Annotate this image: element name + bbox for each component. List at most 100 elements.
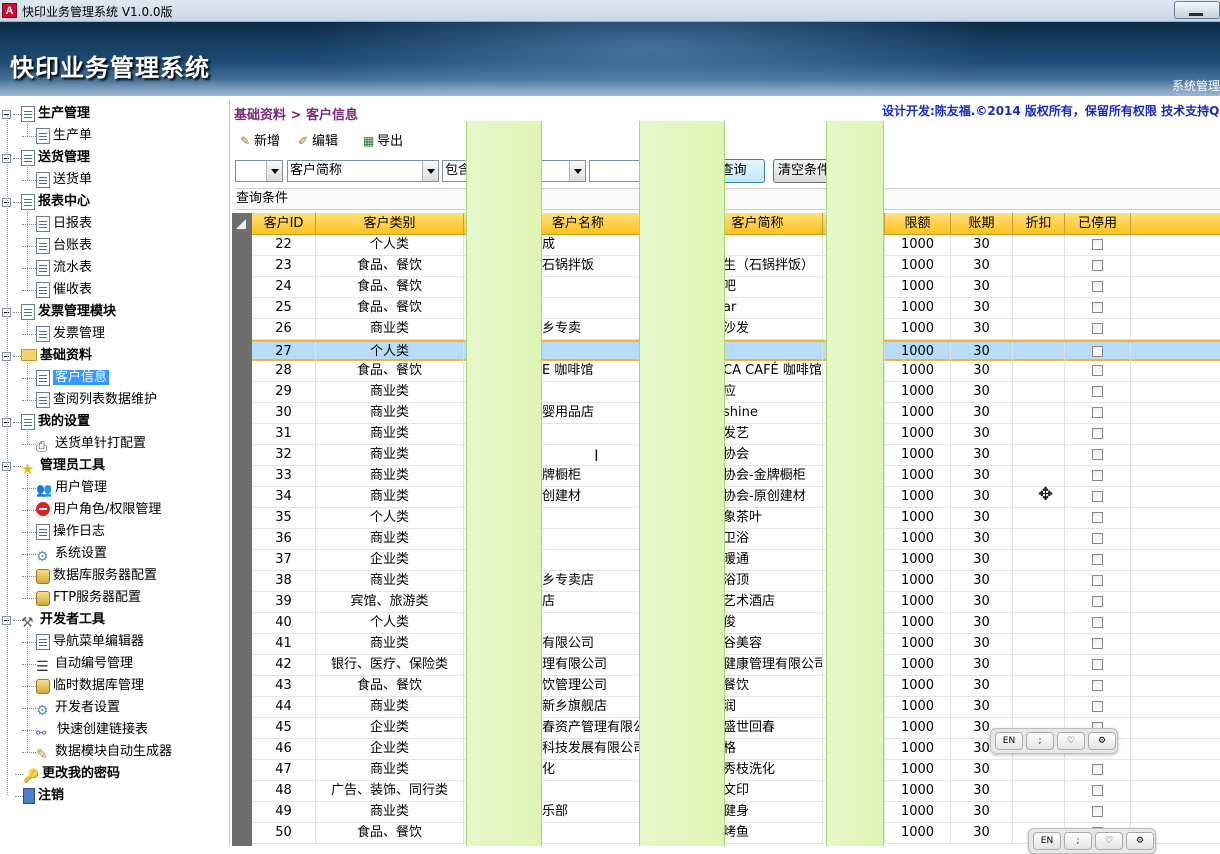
disabled-checkbox-cell[interactable] [1065,592,1131,612]
table-row[interactable]: 22 个人类成 1000 30 [252,235,1220,256]
tree-item-7-0[interactable]: 导航菜单编辑器 [22,631,144,653]
disabled-checkbox-cell[interactable] [1065,382,1131,402]
disabled-checkbox-cell[interactable] [1065,487,1131,507]
disabled-checkbox[interactable] [1092,470,1103,481]
table-row[interactable]: 48 广告、装饰、同行类 文印 1000 30 [252,781,1220,802]
tree-group-4[interactable]: 基础资料 [2,345,92,367]
table-row[interactable]: 30 商业类 婴用品店 shine 1000 30 [252,403,1220,424]
disabled-checkbox-cell[interactable] [1065,508,1131,528]
tree-group-0[interactable]: 生产管理 [2,103,90,125]
tree-item-5-0[interactable]: ⎙ 送货单针打配置 [22,433,146,455]
disabled-checkbox-cell[interactable] [1065,342,1131,362]
disabled-checkbox[interactable] [1092,785,1103,796]
disabled-checkbox-cell[interactable] [1065,571,1131,591]
tree-item-3-0[interactable]: 发票管理 [22,323,105,345]
table-row[interactable]: 36 商业类 卫浴 1000 30 [252,529,1220,550]
table-row[interactable]: 40 个人类俊 1000 30 [252,613,1220,634]
column-header[interactable]: 限额 [885,213,951,235]
disabled-checkbox[interactable] [1092,323,1103,334]
table-row[interactable]: 39 宾馆、旅游类店艺术酒店 1000 30 [252,592,1220,613]
disabled-checkbox-cell[interactable] [1065,655,1131,675]
tree-group-8[interactable]: 🔑 更改我的密码 [2,763,120,785]
disabled-checkbox-cell[interactable] [1065,256,1131,276]
disabled-checkbox-cell[interactable] [1065,802,1131,822]
disabled-checkbox-cell[interactable] [1065,781,1131,801]
tree-item-7-5[interactable]: ✎ 数据模块自动生成器 [22,741,172,763]
chevron-down-icon[interactable] [569,161,585,181]
disabled-checkbox-cell[interactable] [1065,319,1131,339]
disabled-checkbox[interactable] [1092,281,1103,292]
table-row[interactable]: 37 企业类 暖通 1000 30 [252,550,1220,571]
tree-item-2-3[interactable]: 催收表 [22,279,92,301]
table-row[interactable]: 23 食品、餐饮 石锅拌饭 生（石锅拌饭） 1000 30 [252,256,1220,277]
ime-favorite-icon[interactable]: ♡ [1057,732,1085,750]
table-row[interactable]: 49 商业类 乐部 健身 1000 30 [252,802,1220,823]
disabled-checkbox-cell[interactable] [1065,634,1131,654]
table-row[interactable]: 32 商业类 协会 1000 30 [252,445,1220,466]
tree-group-6[interactable]: ★ 管理员工具 [2,455,105,478]
tree-group-3[interactable]: 发票管理模块 [2,301,116,323]
disabled-checkbox-cell[interactable] [1065,550,1131,570]
ime-settings-icon[interactable]: ⚙ [1126,832,1154,850]
tree-item-2-2[interactable]: 流水表 [22,257,92,279]
disabled-checkbox-cell[interactable] [1065,424,1131,444]
logic-select[interactable] [235,160,283,182]
disabled-checkbox[interactable] [1092,491,1103,502]
disabled-checkbox[interactable] [1092,701,1103,712]
disabled-checkbox-cell[interactable] [1065,445,1131,465]
disabled-checkbox[interactable] [1092,428,1103,439]
column-header[interactable]: 已停用 [1065,213,1131,235]
tree-group-1[interactable]: 送货管理 [2,147,90,169]
disabled-checkbox[interactable] [1092,575,1103,586]
disabled-checkbox[interactable] [1092,365,1103,376]
disabled-checkbox[interactable] [1092,806,1103,817]
disabled-checkbox[interactable] [1092,680,1103,691]
disabled-checkbox[interactable] [1092,764,1103,775]
select-all-corner[interactable] [232,213,252,235]
minimize-button[interactable] [1174,1,1220,19]
tree-group-9[interactable]: 注销 [2,785,64,807]
tree-item-1-0[interactable]: 送货单 [22,169,92,191]
system-menu-link[interactable]: 系统管理 [1172,77,1220,94]
disabled-checkbox-cell[interactable] [1065,760,1131,780]
table-row[interactable]: 25 食品、餐饮 ar 1000 30 [252,298,1220,319]
ime-favorite-icon[interactable]: ♡ [1095,832,1123,850]
disabled-checkbox[interactable] [1092,346,1103,357]
ime-punct-button[interactable]: ; [1026,732,1054,750]
table-row[interactable]: 27 个人类 1000 30 [252,340,1220,362]
disabled-checkbox[interactable] [1092,239,1103,250]
tree-item-0-0[interactable]: 生产单 [22,125,92,147]
tree-item-7-4[interactable]: ⚯ 快速创建链接表 [22,719,148,741]
column-header[interactable]: 客户ID [252,213,316,235]
export-button[interactable]: ▦ 导出 [363,130,403,149]
tree-item-6-2[interactable]: 操作日志 [22,521,105,543]
tree-group-7[interactable]: ⚒ 开发者工具 [2,609,105,631]
disabled-checkbox[interactable] [1092,302,1103,313]
table-row[interactable]: 34 商业类 创建材 协会-原创建材 1000 30 [252,487,1220,508]
tree-item-6-0[interactable]: 👥 用户管理 [22,477,107,499]
ime-lang-button[interactable]: EN [1033,832,1061,850]
disabled-checkbox-cell[interactable] [1065,403,1131,423]
disabled-checkbox-cell[interactable] [1065,277,1131,297]
table-row[interactable]: 43 食品、餐饮 饮管理公司 餐饮 1000 30 [252,676,1220,697]
disabled-checkbox[interactable] [1092,449,1103,460]
table-row[interactable]: 38 商业类 乡专卖店 浴顶 1000 30 [252,571,1220,592]
table-row[interactable]: 29 商业类应 1000 30 [252,382,1220,403]
table-row[interactable]: 26 商业类 乡专卖 沙发 1000 30 [252,319,1220,340]
tree-item-6-1[interactable]: 用户角色/权限管理 [22,499,161,521]
disabled-checkbox[interactable] [1092,638,1103,649]
tree-item-2-0[interactable]: 日报表 [22,213,92,235]
table-row[interactable]: 31 商业类 发艺 1000 30 [252,424,1220,445]
disabled-checkbox-cell[interactable] [1065,613,1131,633]
tree-group-2[interactable]: 报表中心 [2,191,90,213]
ime-lang-button[interactable]: EN [995,732,1023,750]
chevron-down-icon[interactable] [266,161,282,181]
disabled-checkbox-cell[interactable] [1065,466,1131,486]
disabled-checkbox[interactable] [1092,617,1103,628]
tree-group-5[interactable]: 我的设置 [2,411,90,433]
tree-item-7-3[interactable]: ⚙ 开发者设置 [22,697,120,719]
chevron-down-icon[interactable] [422,161,438,181]
tree-item-7-1[interactable]: ☰ 自动编号管理 [22,653,133,675]
field-select[interactable]: 客户简称 [287,160,439,182]
column-header[interactable]: 客户类别 [316,213,464,235]
